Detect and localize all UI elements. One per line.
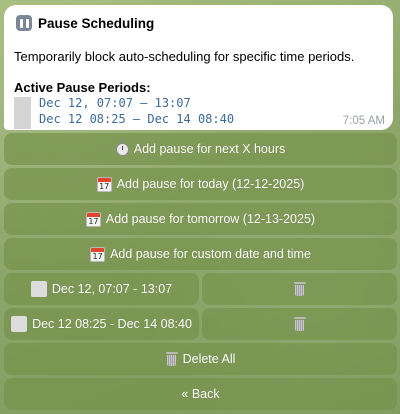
trash-icon	[165, 352, 178, 366]
pause-period-2-button[interactable]: Dec 12 08:25 - Dec 14 08:40	[4, 308, 199, 340]
quote-bar	[14, 97, 31, 129]
message-time: 7:05 AM	[342, 115, 385, 127]
pause-icon	[16, 15, 32, 31]
button-label: Add pause for tomorrow (12-13-2025)	[105, 212, 316, 226]
grey-square-icon	[30, 281, 47, 297]
active-period-1: Dec 12, 07:07 – 13:07	[39, 96, 191, 110]
add-today-button[interactable]: 17 Add pause for today (12-12-2025)	[4, 168, 397, 200]
message-title: Pause Scheduling	[38, 15, 155, 31]
stopwatch-icon	[115, 139, 129, 156]
calendar-icon: 17	[85, 211, 101, 227]
grey-square-icon	[11, 316, 28, 332]
calendar-icon: 17	[96, 176, 112, 192]
button-label: Add pause for next X hours	[133, 142, 286, 156]
button-label: Add pause for custom date and time	[110, 247, 311, 261]
add-next-hours-button[interactable]: Add pause for next X hours	[4, 133, 397, 165]
add-tomorrow-button[interactable]: 17 Add pause for tomorrow (12-13-2025)	[4, 203, 397, 235]
delete-all-button[interactable]: Delete All	[4, 343, 397, 375]
message-title-row: Pause Scheduling	[14, 13, 383, 33]
delete-period-1-button[interactable]	[202, 273, 397, 305]
button-label: Dec 12, 07:07 - 13:07	[51, 282, 173, 296]
button-label: Add pause for today (12-12-2025)	[116, 177, 305, 191]
trash-icon	[293, 282, 306, 296]
message-bubble: Pause Scheduling Temporarily block auto-…	[4, 5, 393, 130]
message-description: Temporarily block auto-scheduling for sp…	[14, 49, 355, 64]
trash-icon	[293, 317, 306, 331]
active-period-2: Dec 12 08:25 – Dec 14 08:40	[39, 111, 235, 126]
button-label: « Back	[181, 387, 220, 401]
button-label: Dec 12 08:25 - Dec 14 08:40	[32, 317, 192, 331]
button-label: Delete All	[182, 352, 236, 366]
delete-period-2-button[interactable]	[202, 308, 397, 340]
active-periods-block: Dec 12, 07:07 – 13:07 Dec 12 08:25 – Dec…	[14, 96, 383, 129]
pause-period-1-button[interactable]: Dec 12, 07:07 - 13:07	[4, 273, 199, 305]
calendar-icon: 17	[90, 246, 106, 262]
back-button[interactable]: « Back	[4, 378, 397, 410]
active-periods-heading: Active Pause Periods:	[14, 80, 151, 95]
add-custom-button[interactable]: 17 Add pause for custom date and time	[4, 238, 397, 270]
